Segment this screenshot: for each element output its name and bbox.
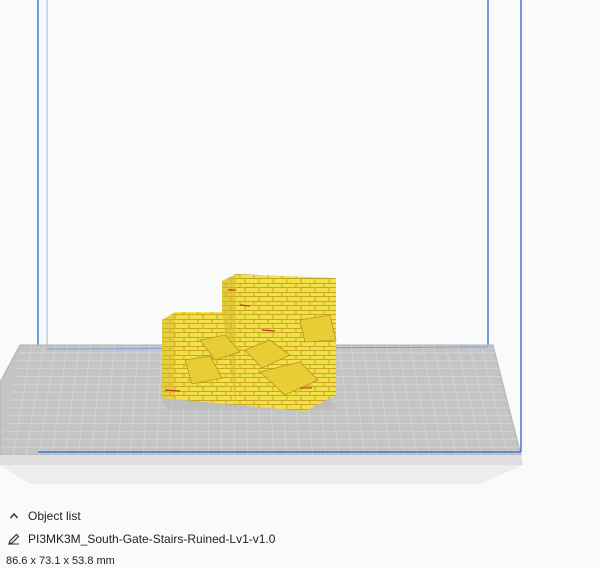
pencil-icon[interactable] <box>6 531 22 547</box>
object-list-panel: Object list PI3MK3M_South-Gate-Stairs-Ru… <box>0 500 600 569</box>
model[interactable] <box>160 274 337 411</box>
object-list-toggle[interactable]: Object list <box>6 507 81 525</box>
object-list-label: Object list <box>28 509 81 523</box>
chevron-up-icon <box>6 508 22 524</box>
scene <box>0 0 523 484</box>
object-name: PI3MK3M_South-Gate-Stairs-Ruined-Lv1-v1.… <box>28 532 276 546</box>
object-name-row[interactable]: PI3MK3M_South-Gate-Stairs-Ruined-Lv1-v1.… <box>6 530 275 548</box>
object-dimensions-row: 86.6 x 73.1 x 53.8 mm <box>6 554 115 568</box>
3d-viewport[interactable] <box>0 0 600 500</box>
object-dimensions: 86.6 x 73.1 x 53.8 mm <box>6 555 115 567</box>
